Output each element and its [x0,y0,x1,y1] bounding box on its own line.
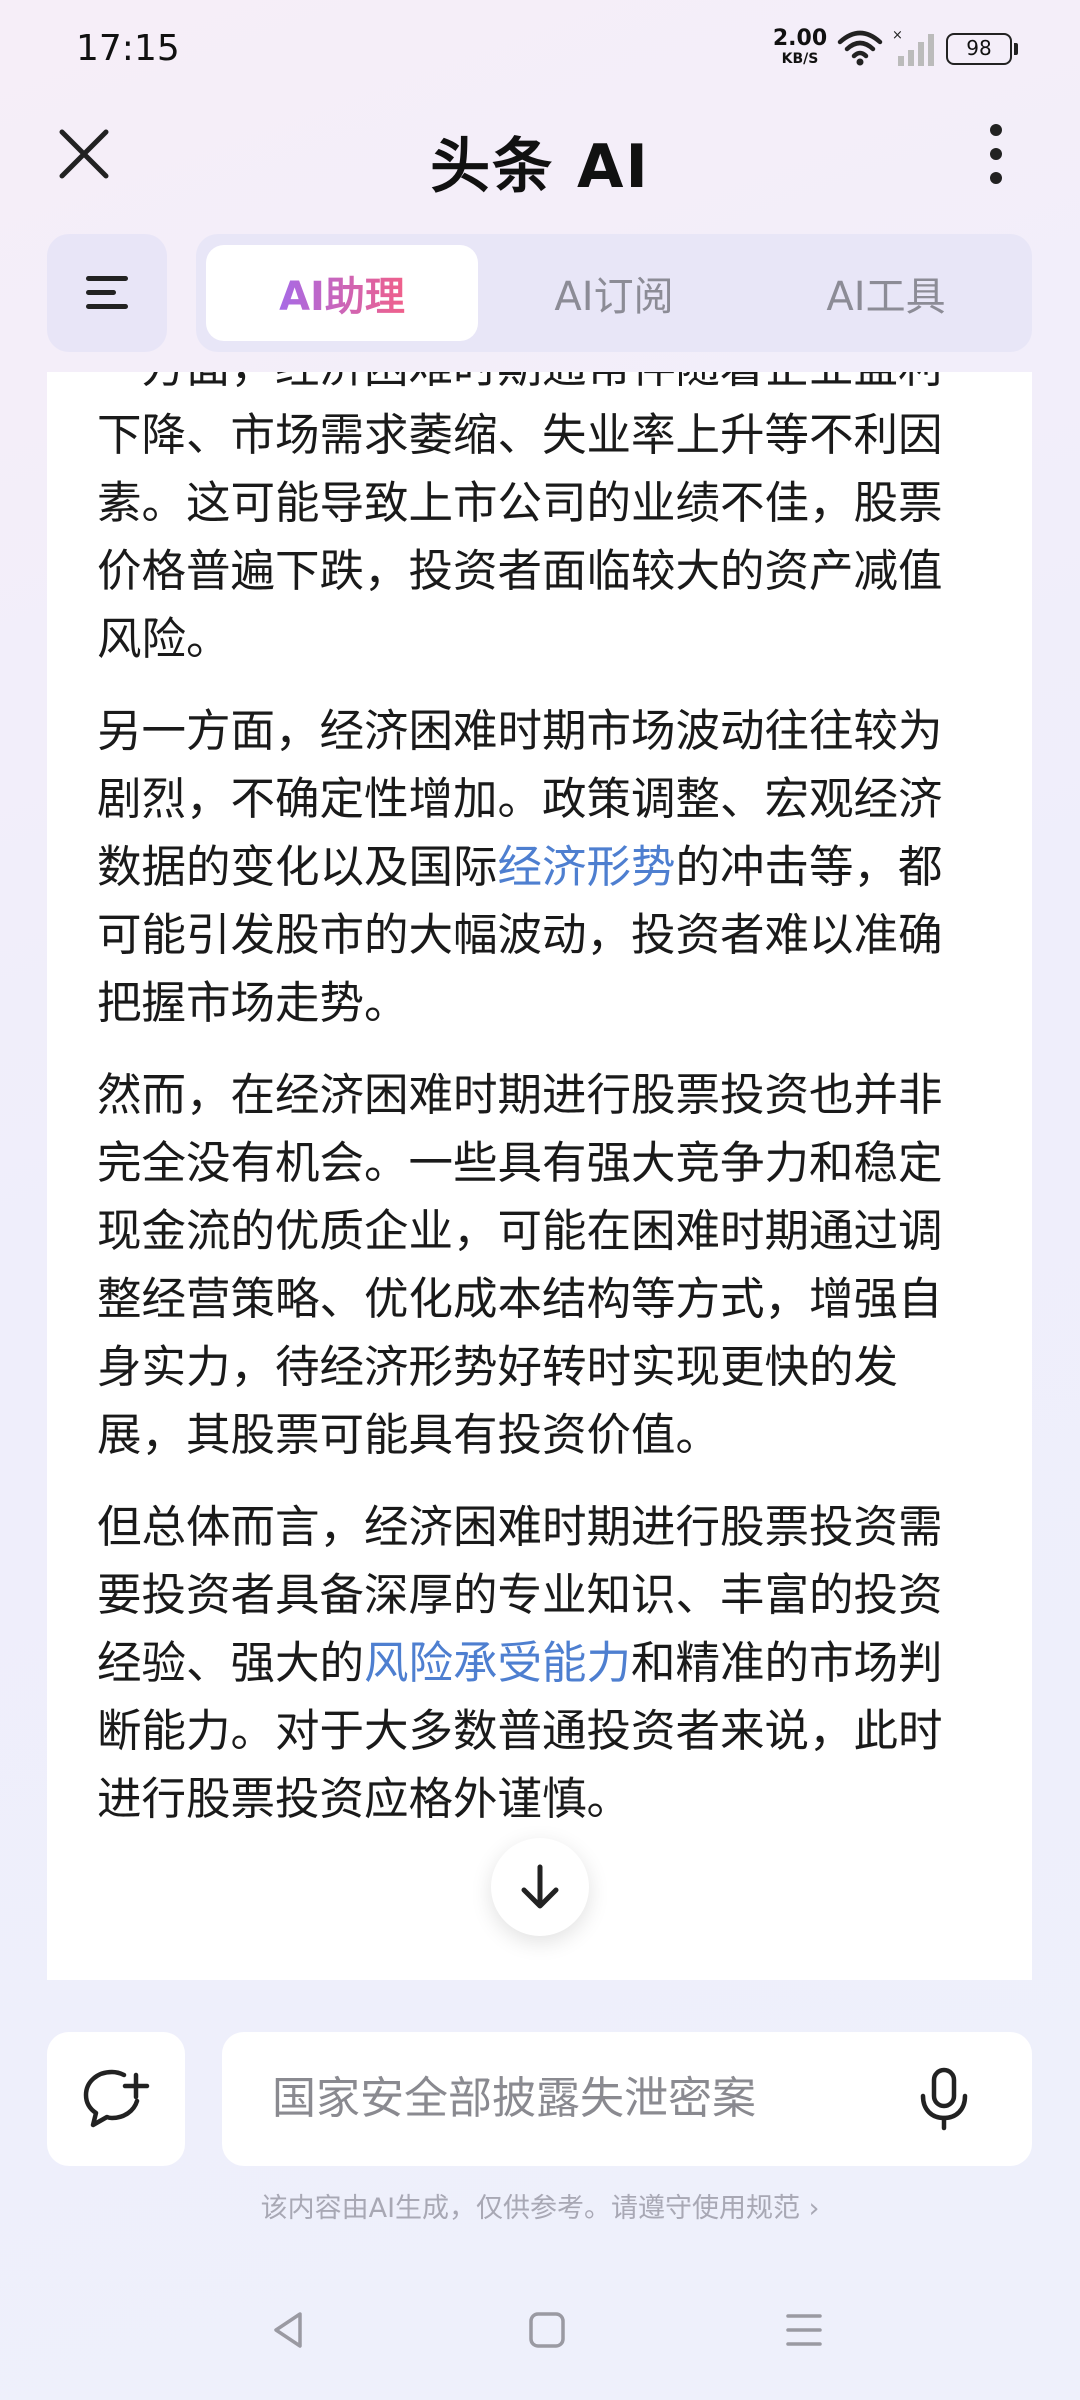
more-vertical-icon [990,124,1002,184]
recents-menu-icon [786,2314,822,2346]
link-risk-tolerance[interactable]: 风险承受能力 [364,1638,631,1689]
tabs-bar: AI助理 AI订阅 AI工具 [196,234,1032,352]
new-chat-icon [83,2069,150,2128]
menu-icon [86,276,128,309]
nav-home-button[interactable] [527,2310,567,2354]
question-input[interactable]: 国家安全部披露失泄密案 [222,2032,1032,2166]
system-nav-bar [0,2290,1080,2380]
tab-ai-tools[interactable]: AI工具 [750,245,1022,341]
nav-recents-button[interactable] [784,2310,824,2354]
tab-label: AI订阅 [554,274,674,320]
tab-ai-subscription[interactable]: AI订阅 [478,245,750,341]
wifi-icon [836,28,884,72]
tab-label: AI工具 [826,274,946,320]
microphone-icon [920,2067,968,2131]
network-speed: 2.00 KB/S [772,26,828,67]
link-economic-situation[interactable]: 经济形势 [498,842,676,893]
ai-disclaimer-link[interactable]: 该内容由AI生成，仅供参考。请遵守使用规范 › [0,2186,1080,2225]
question-input-placeholder: 国家安全部披露失泄密案 [272,2073,756,2124]
tab-ai-assistant[interactable]: AI助理 [206,245,478,341]
arrow-down-icon [521,1864,559,1909]
app-title: 头条 AI [430,132,650,202]
menu-button[interactable] [47,234,167,352]
home-square-icon [529,2312,565,2348]
app-header: 头条 AI [0,100,1080,210]
new-chat-button[interactable] [47,2032,185,2166]
ai-answer-card[interactable]: 一方面，经济困难时期通常伴随着企业盈利下降、市场需求萎缩、失业率上升等不利因素。… [47,372,1032,1980]
network-speed-unit: KB/S [781,51,819,67]
signal-icon: × [892,28,938,72]
back-triangle-icon [274,2312,302,2348]
status-bar: 17:15 2.00 KB/S × 98 [0,0,1080,100]
answer-paragraph-2: 另一方面，经济困难时期市场波动往往较为剧烈，不确定性增加。政策调整、宏观经济数据… [97,698,977,1038]
nav-back-button[interactable] [268,2310,308,2354]
answer-paragraph-1: 一方面，经济困难时期通常伴随着企业盈利下降、市场需求萎缩、失业率上升等不利因素。… [97,372,943,665]
more-options-button[interactable] [966,118,1026,190]
svg-text:×: × [892,28,903,43]
network-speed-value: 2.00 [772,26,828,51]
ai-answer-text: 一方面，经济困难时期通常伴随着企业盈利下降、市场需求萎缩、失业率上升等不利因素。… [97,372,977,1858]
scroll-to-bottom-button[interactable] [491,1838,589,1936]
voice-input-button[interactable] [904,2059,984,2139]
battery-indicator: 98 [946,33,1018,65]
tab-label: AI助理 [279,264,405,322]
answer-paragraph-4: 但总体而言，经济困难时期进行股票投资需要投资者具备深厚的专业知识、丰富的投资经验… [97,1494,977,1834]
status-time: 17:15 [76,28,180,69]
answer-paragraph-3: 然而，在经济困难时期进行股票投资也并非完全没有机会。一些具有强大竞争力和稳定现金… [97,1070,943,1461]
